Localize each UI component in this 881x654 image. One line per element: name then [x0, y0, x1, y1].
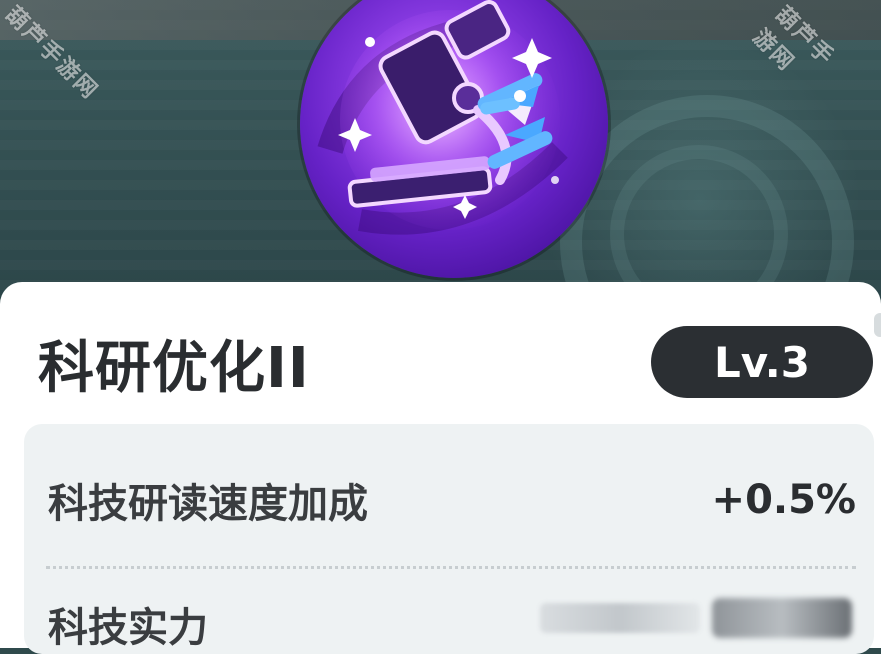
stat-value: +0.5% — [711, 477, 856, 523]
level-badge: Lv.3 — [651, 326, 873, 398]
dotted-divider — [46, 566, 856, 569]
obscured-value-blur — [540, 603, 700, 633]
scroll-edge-indicator — [874, 313, 881, 337]
obscured-value-blur — [712, 598, 852, 638]
stat-label: 科技实力 — [48, 605, 208, 651]
skill-title: 科研优化II — [38, 336, 310, 401]
microscope-hourglass-icon — [300, 0, 608, 278]
stat-row-research-speed: 科技研读速度加成 +0.5% — [48, 472, 856, 528]
stat-label: 科技研读速度加成 — [48, 481, 368, 527]
